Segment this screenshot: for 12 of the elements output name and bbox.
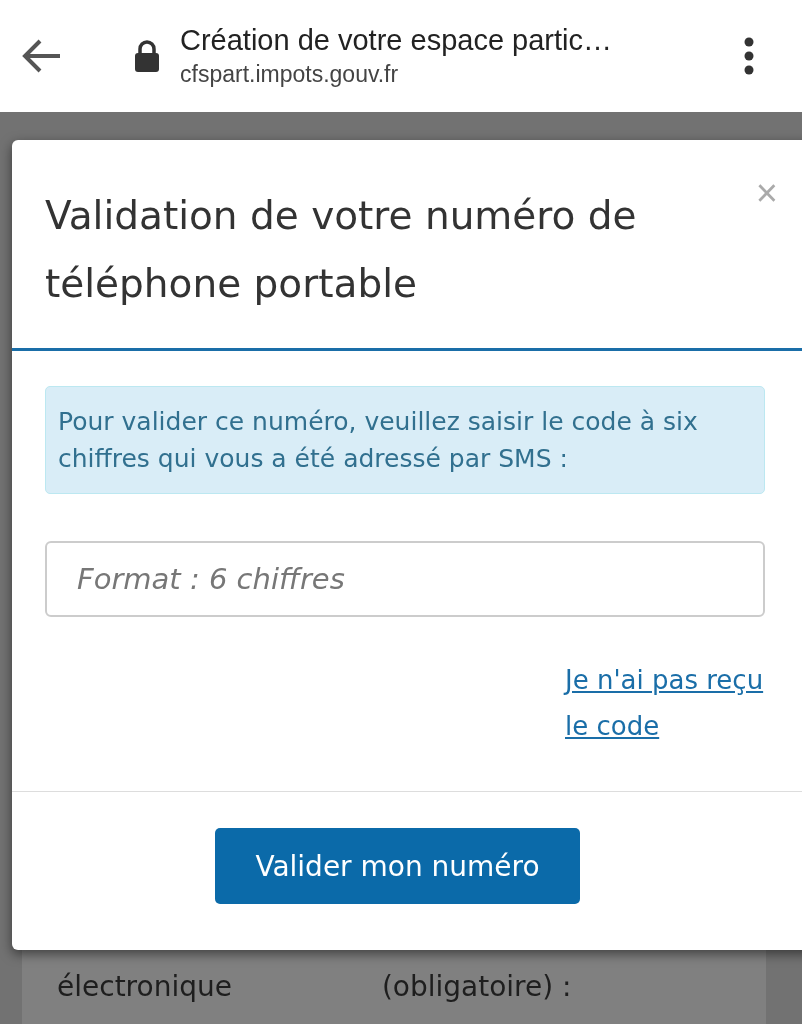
validate-button[interactable]: Valider mon numéro	[215, 828, 580, 904]
info-message: Pour valider ce numéro, veuillez saisir le code à six chiffres qui vous a été adressé par SMS :	[45, 386, 765, 494]
code-input-field[interactable]: Format : 6 chiffres	[45, 541, 765, 617]
form-label: électronique	[57, 970, 232, 1005]
modal-title: Validation de votre numéro de téléphone portable	[45, 192, 638, 308]
menu-icon[interactable]	[744, 37, 754, 75]
code-not-received-link[interactable]: Je n'ai pas reçu le code	[565, 657, 765, 749]
page-url[interactable]: cfspart.impots.gouv.fr	[180, 61, 744, 88]
page-title: Création de votre espace partic…	[180, 24, 613, 57]
form-label: (obligatoire) :	[381, 970, 572, 1005]
back-icon[interactable]	[22, 39, 62, 73]
lock-icon	[134, 40, 160, 72]
